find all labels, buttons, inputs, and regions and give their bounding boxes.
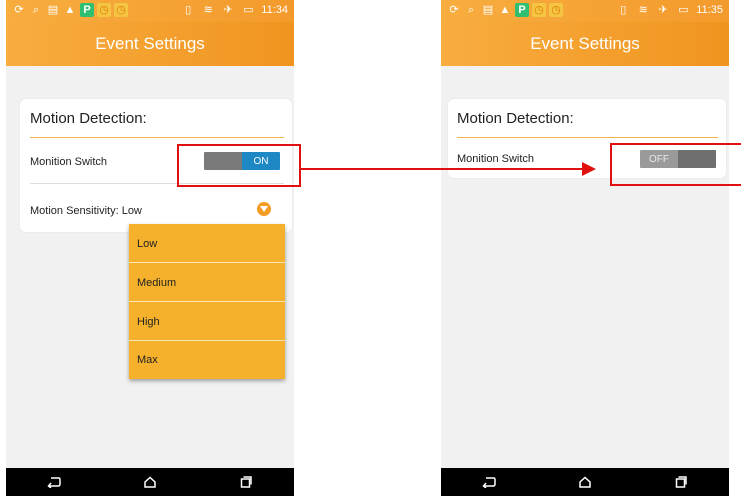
dropdown-option-max[interactable]: Max: [129, 341, 285, 379]
airplane-icon: ✈: [658, 4, 668, 16]
recents-icon[interactable]: [236, 472, 256, 492]
back-icon[interactable]: [479, 472, 499, 492]
wifi-icon: ≋: [638, 4, 648, 16]
section-divider: [30, 137, 284, 138]
page-title-bar: Event Settings: [441, 22, 729, 66]
message-icon: ▤: [47, 4, 59, 16]
message-icon: ▤: [482, 4, 494, 16]
status-time: 11:35: [696, 4, 723, 16]
alarm-icon: ◷: [114, 3, 128, 17]
sync-icon: ⟳: [449, 4, 459, 16]
alarm-icon: ◷: [97, 3, 111, 17]
highlight-box-off-switch: [610, 143, 741, 186]
battery-icon: ▭: [243, 4, 254, 16]
sensitivity-dropdown: Low Medium High Max: [129, 224, 285, 379]
page-title: Event Settings: [530, 34, 640, 53]
dropdown-option-high[interactable]: High: [129, 303, 285, 341]
page-title-bar: Event Settings: [6, 22, 294, 66]
home-icon[interactable]: [140, 472, 160, 492]
alarm-icon: ◷: [532, 3, 546, 17]
p-app-icon: P: [80, 3, 94, 17]
recents-icon[interactable]: [671, 472, 691, 492]
navigation-bar: [6, 468, 294, 496]
phone-screen-after: ⟳ ⌕ ▤ ▲ P ◷ ◷ ▯ ≋ ✈ ▭ 11:35 Event Settin…: [441, 0, 729, 496]
alert-icon: ▲: [64, 4, 76, 16]
section-title: Motion Detection:: [30, 110, 147, 127]
page-title: Event Settings: [95, 34, 205, 53]
phone-screen-before: ⟳ ⌕ ▤ ▲ P ◷ ◷ ▯ ≋ ✈ ▭ 11:34 Event Settin…: [6, 0, 294, 496]
airplane-icon: ✈: [223, 4, 233, 16]
switch-label: Monition Switch: [457, 153, 535, 165]
dropdown-divider: [129, 262, 285, 263]
dropdown-option-medium[interactable]: Medium: [129, 264, 285, 302]
search-icon: ⌕: [467, 4, 475, 16]
status-time: 11:34: [261, 4, 288, 16]
section-divider: [457, 137, 718, 138]
section-title: Motion Detection:: [457, 110, 574, 127]
status-bar: ⟳ ⌕ ▤ ▲ P ◷ ◷ ▯ ≋ ✈ ▭ 11:35: [441, 0, 729, 22]
highlight-box-on-switch: [177, 144, 301, 187]
status-bar: ⟳ ⌕ ▤ ▲ P ◷ ◷ ▯ ≋ ✈ ▭ 11:34: [6, 0, 294, 22]
dropdown-divider: [129, 301, 285, 302]
p-app-icon: P: [515, 3, 529, 17]
home-icon[interactable]: [575, 472, 595, 492]
vibrate-icon: ▯: [620, 4, 627, 16]
search-icon: ⌕: [32, 4, 40, 16]
chevron-down-icon[interactable]: [257, 202, 271, 216]
navigation-bar: [441, 468, 729, 496]
sensitivity-label[interactable]: Motion Sensitivity: Low: [30, 205, 142, 217]
wifi-icon: ≋: [203, 4, 213, 16]
back-icon[interactable]: [44, 472, 64, 492]
alert-icon: ▲: [499, 4, 511, 16]
dropdown-option-low[interactable]: Low: [129, 225, 285, 263]
switch-label: Monition Switch: [30, 156, 108, 168]
annotation-arrow-line: [301, 168, 585, 170]
vibrate-icon: ▯: [185, 4, 192, 16]
arrow-head-icon: [582, 162, 596, 176]
battery-icon: ▭: [678, 4, 689, 16]
sync-icon: ⟳: [14, 4, 24, 16]
alarm-icon: ◷: [549, 3, 563, 17]
